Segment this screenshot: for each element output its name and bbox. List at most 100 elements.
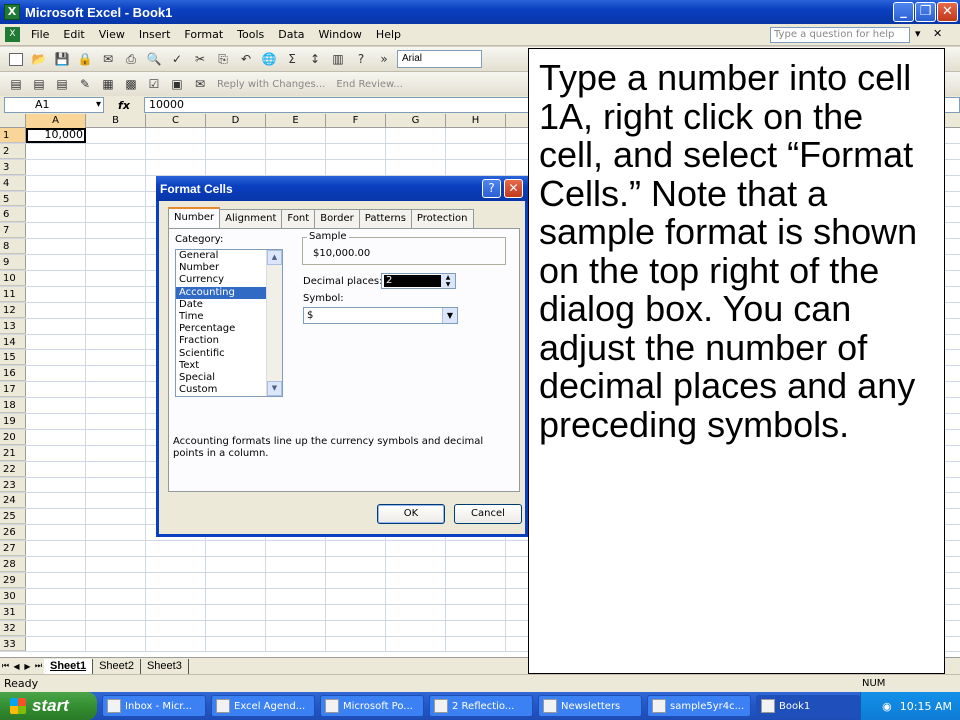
ok-button[interactable]: OK: [377, 504, 445, 524]
row-header[interactable]: 22: [0, 461, 26, 477]
taskbar-item-inbox[interactable]: Inbox - Micr...: [102, 695, 206, 717]
cell[interactable]: [26, 588, 86, 604]
cell[interactable]: [86, 191, 146, 207]
more-buttons-icon[interactable]: »: [374, 50, 394, 68]
start-button[interactable]: start: [0, 692, 97, 720]
sheet-tab-1[interactable]: Sheet1: [44, 658, 94, 674]
review-icon-2[interactable]: ▤: [29, 75, 49, 93]
cell[interactable]: [206, 541, 266, 557]
tab-font[interactable]: Font: [281, 209, 316, 228]
cell[interactable]: [446, 572, 506, 588]
cell[interactable]: [86, 366, 146, 382]
taskbar-item-sample[interactable]: sample5yr4c...: [647, 695, 751, 717]
open-icon[interactable]: 📂: [29, 50, 49, 68]
cell[interactable]: [26, 366, 86, 382]
cell[interactable]: [86, 525, 146, 541]
menu-tools[interactable]: Tools: [230, 28, 271, 41]
decimal-places-value[interactable]: 2: [384, 275, 442, 287]
cell[interactable]: [446, 541, 506, 557]
cell[interactable]: [386, 620, 446, 636]
tab-patterns[interactable]: Patterns: [358, 209, 412, 228]
menu-file[interactable]: File: [24, 28, 56, 41]
review-icon-1[interactable]: ▤: [6, 75, 26, 93]
cell[interactable]: [266, 143, 326, 159]
update-file-icon[interactable]: ▣: [167, 75, 187, 93]
category-item-percentage[interactable]: Percentage: [176, 323, 266, 335]
tab-border[interactable]: Border: [314, 209, 360, 228]
cell[interactable]: [26, 636, 86, 652]
row-header[interactable]: 25: [0, 509, 26, 525]
cell[interactable]: [26, 445, 86, 461]
cell[interactable]: [146, 128, 206, 143]
cell[interactable]: [86, 541, 146, 557]
cell[interactable]: [386, 588, 446, 604]
cell[interactable]: [326, 588, 386, 604]
row-header[interactable]: 29: [0, 572, 26, 588]
row-header[interactable]: 26: [0, 525, 26, 541]
undo-icon[interactable]: ↶: [236, 50, 256, 68]
cell[interactable]: [266, 604, 326, 620]
cell[interactable]: [206, 604, 266, 620]
row-header[interactable]: 16: [0, 366, 26, 382]
cell[interactable]: [26, 541, 86, 557]
copy-icon[interactable]: ⎘: [213, 50, 233, 68]
dialog-help-button[interactable]: ?: [482, 179, 501, 198]
cell[interactable]: [86, 302, 146, 318]
insert-function-icon[interactable]: fx: [104, 99, 144, 112]
review-icon-3[interactable]: ▤: [52, 75, 72, 93]
cell[interactable]: [266, 541, 326, 557]
reply-with-changes-button[interactable]: Reply with Changes...: [213, 79, 329, 90]
minimize-button[interactable]: _: [893, 2, 914, 22]
cell[interactable]: [86, 207, 146, 223]
cell[interactable]: [86, 175, 146, 191]
cell[interactable]: [86, 318, 146, 334]
category-item-currency[interactable]: Currency: [176, 274, 266, 286]
spin-icon[interactable]: ▲ ▼: [441, 274, 455, 288]
save-icon[interactable]: 💾: [52, 50, 72, 68]
cell[interactable]: [86, 271, 146, 286]
cell[interactable]: [266, 620, 326, 636]
column-header-h[interactable]: H: [446, 114, 506, 128]
cell[interactable]: [446, 636, 506, 652]
cell[interactable]: [326, 557, 386, 572]
cell[interactable]: [86, 493, 146, 509]
cell[interactable]: [386, 636, 446, 652]
cell[interactable]: [386, 541, 446, 557]
sort-ascending-icon[interactable]: ↕: [305, 50, 325, 68]
cell[interactable]: [86, 255, 146, 271]
column-header-a[interactable]: A: [26, 114, 86, 128]
cell[interactable]: [86, 286, 146, 302]
cell[interactable]: [146, 143, 206, 159]
category-scrollbar[interactable]: ▲ ▼: [266, 250, 282, 396]
cell[interactable]: [206, 620, 266, 636]
send-icon[interactable]: ✉: [190, 75, 210, 93]
cell[interactable]: [326, 159, 386, 175]
cell[interactable]: [326, 620, 386, 636]
restore-button[interactable]: ❐: [915, 2, 936, 22]
cell[interactable]: [26, 461, 86, 477]
cell[interactable]: [86, 350, 146, 366]
row-header[interactable]: 28: [0, 557, 26, 572]
cell-a1[interactable]: 10,000: [26, 128, 86, 143]
cell[interactable]: [26, 255, 86, 271]
cell[interactable]: [26, 493, 86, 509]
cell[interactable]: [446, 143, 506, 159]
cell[interactable]: [26, 572, 86, 588]
cell[interactable]: [26, 175, 86, 191]
cell[interactable]: [386, 143, 446, 159]
cell[interactable]: [26, 525, 86, 541]
category-item-text[interactable]: Text: [176, 360, 266, 372]
menu-edit[interactable]: Edit: [56, 28, 91, 41]
permission-icon[interactable]: 🔒: [75, 50, 95, 68]
cell[interactable]: [86, 429, 146, 445]
taskbar-item-powerpoint[interactable]: Microsoft Po...: [320, 695, 424, 717]
taskbar-item-excel-agenda[interactable]: Excel Agend...: [211, 695, 315, 717]
column-header-b[interactable]: B: [86, 114, 146, 128]
sheet-tab-2[interactable]: Sheet2: [93, 658, 141, 674]
column-header-e[interactable]: E: [266, 114, 326, 128]
cell[interactable]: [86, 128, 146, 143]
cell[interactable]: [266, 572, 326, 588]
menu-help[interactable]: Help: [369, 28, 408, 41]
cell[interactable]: [26, 398, 86, 414]
category-item-time[interactable]: Time: [176, 311, 266, 323]
